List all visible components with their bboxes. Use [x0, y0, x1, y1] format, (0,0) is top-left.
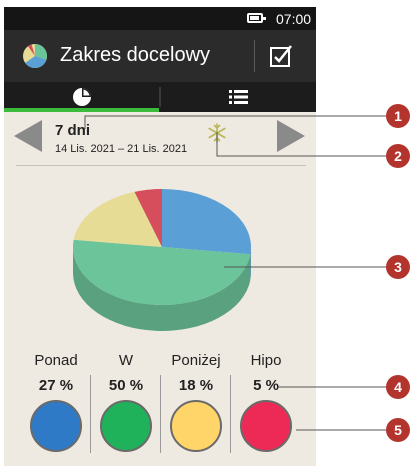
callout-badge: 3: [386, 255, 410, 279]
callout-badge: 5: [386, 418, 410, 442]
callout-badge: 4: [386, 375, 410, 399]
callout-lines: [84, 115, 386, 431]
callout-badge: 2: [386, 144, 410, 168]
callout-badge: 1: [386, 104, 410, 128]
